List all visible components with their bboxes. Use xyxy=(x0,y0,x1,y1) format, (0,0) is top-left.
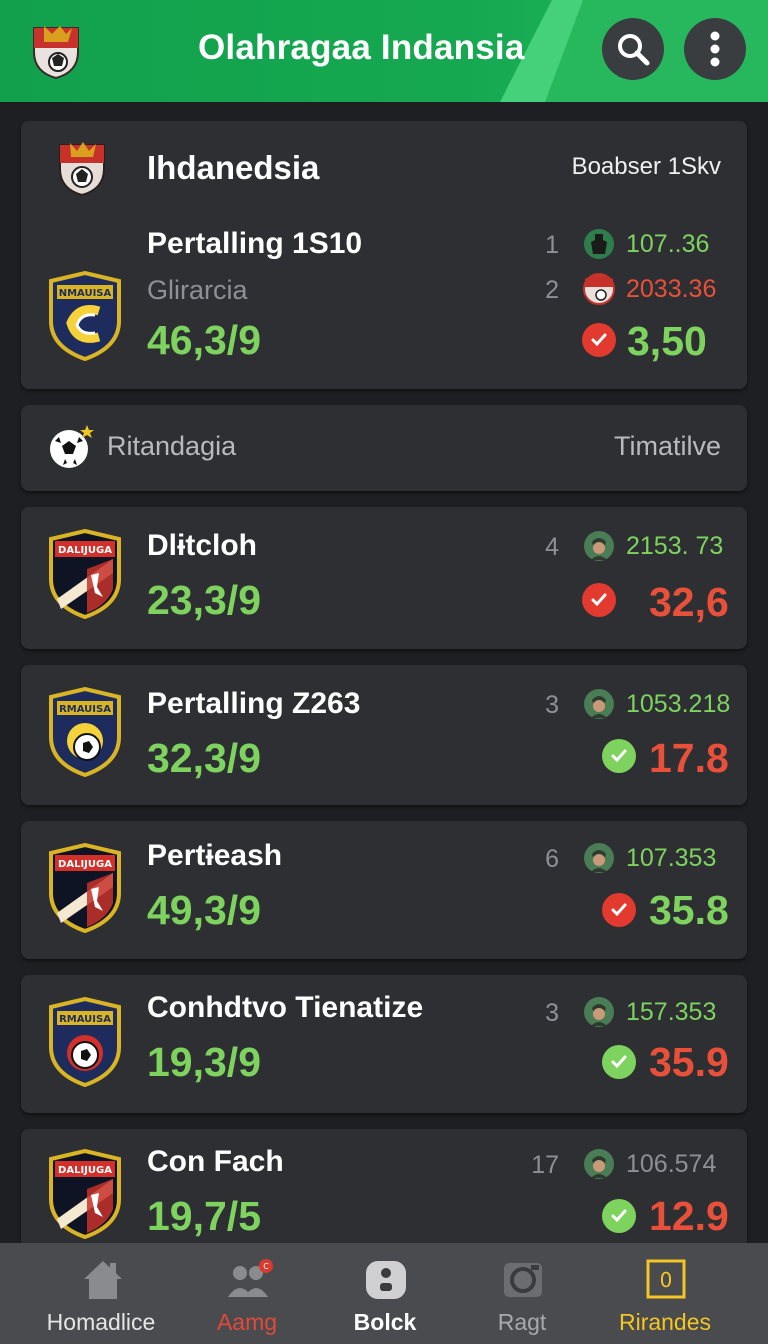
featured-odd-1: 107..36 xyxy=(626,230,710,258)
block-icon xyxy=(366,1261,406,1299)
nav-rirandes[interactable]: 0 Rirandes xyxy=(588,1243,742,1344)
search-button[interactable] xyxy=(602,18,664,80)
bottom-nav: Homadlice C Aamg Bolck Ragt 0 Rirandes xyxy=(0,1243,768,1344)
nav-ragt-label: Ragt xyxy=(497,1309,547,1335)
counter-box-icon: 0 xyxy=(646,1259,686,1299)
section-title: Ritandagia xyxy=(107,431,237,461)
nav-bolck[interactable]: Bolck xyxy=(308,1243,462,1344)
team-score: 19,3/9 xyxy=(147,1039,261,1085)
team-name: Pertɨeash xyxy=(147,839,283,872)
player-avatar-icon xyxy=(584,689,614,719)
team-card[interactable]: DALIJUGA Con Fach 19,7/5 17 106.574 12.9 xyxy=(21,1129,747,1259)
team-odd: 17.8 xyxy=(649,735,729,781)
team-score: 23,3/9 xyxy=(147,577,261,623)
nav-bolck-label: Bolck xyxy=(353,1309,417,1335)
team-odd: 12.9 xyxy=(649,1193,729,1239)
svg-text:DALIJUGA: DALIJUGA xyxy=(58,859,112,870)
club-badge-icon xyxy=(583,273,615,305)
soccer-ball-icon xyxy=(50,425,94,468)
team-rank: 3 xyxy=(545,999,559,1027)
featured-team-name: Pertalling 1S10 xyxy=(147,227,363,260)
team-rank: 4 xyxy=(545,533,559,561)
team-name: Con Fach xyxy=(147,1145,284,1178)
section-header[interactable]: Ritandagia Timatilve xyxy=(21,405,747,491)
team-people-icon: C xyxy=(228,1259,273,1297)
home-icon xyxy=(84,1261,122,1299)
team-crest-icon: DALIJUGA xyxy=(49,529,121,619)
player-avatar-icon xyxy=(584,997,614,1027)
nav-ragt[interactable]: Ragt xyxy=(445,1243,599,1344)
team-small-odd: 1053.218 xyxy=(626,690,731,718)
app-title: Olahragaa Indansia xyxy=(198,28,525,67)
svg-text:DALIJUGA: DALIJUGA xyxy=(58,1165,112,1176)
team-odd: 32,6 xyxy=(649,579,729,625)
status-loss-icon xyxy=(582,323,616,357)
player-avatar-icon xyxy=(584,531,614,561)
team-small-odd: 106.574 xyxy=(626,1150,717,1178)
player-avatar-icon xyxy=(584,229,614,259)
search-icon xyxy=(618,34,650,66)
team-card[interactable]: DALIJUGA Dlɨtcloh 23,3/9 4 2153. 73 32,6 xyxy=(21,507,747,649)
team-score: 49,3/9 xyxy=(147,887,261,933)
status-loss-icon xyxy=(602,893,636,927)
team-small-odd: 107.353 xyxy=(626,844,717,872)
camera-icon xyxy=(504,1263,542,1297)
team-odd: 35.8 xyxy=(649,887,729,933)
league-label: Boabser 1Skv xyxy=(571,153,721,180)
team-card[interactable]: RMAUISA Conhdtvo Tienatize 19,3/9 3 157.… xyxy=(21,975,747,1113)
svg-text:RMAUISA: RMAUISA xyxy=(59,1014,111,1025)
featured-odd-2: 2033.36 xyxy=(626,275,717,303)
team-crest-icon: DALIJUGA xyxy=(49,1149,121,1239)
league-card[interactable]: Ihdanedsia Boabser 1Skv NMAUISA Pertalli… xyxy=(21,121,747,389)
team-small-odd: 2153. 73 xyxy=(626,532,724,560)
player-avatar-icon xyxy=(584,843,614,873)
player-avatar-icon xyxy=(584,1149,614,1179)
team-crest-icon: RMAUISA xyxy=(49,687,121,777)
team-score: 19,7/5 xyxy=(147,1193,261,1239)
rank-2: 2 xyxy=(545,276,559,304)
team-rank: 3 xyxy=(545,691,559,719)
team-rank: 6 xyxy=(545,845,559,873)
team-odd: 35.9 xyxy=(649,1039,729,1085)
featured-main-odd: 3,50 xyxy=(627,318,707,364)
team-name: Conhdtvo Tienatize xyxy=(147,991,424,1024)
nav-home-label: Homadlice xyxy=(46,1309,156,1335)
section-label: Timatilve xyxy=(613,431,721,461)
more-options-button[interactable] xyxy=(684,18,746,80)
team-crest-icon: DALIJUGA xyxy=(49,843,121,933)
rank-1: 1 xyxy=(545,231,559,259)
status-loss-icon xyxy=(582,583,616,617)
team-score: 32,3/9 xyxy=(147,735,261,781)
svg-text:RMAUISA: RMAUISA xyxy=(59,704,111,715)
svg-text:NMAUISA: NMAUISA xyxy=(59,288,112,299)
featured-team-subtitle: Glirarcia xyxy=(147,275,248,305)
status-win-icon xyxy=(602,739,636,773)
svg-text:DALIJUGA: DALIJUGA xyxy=(58,545,112,556)
svg-text:0: 0 xyxy=(660,1268,673,1292)
team-card[interactable]: RMAUISA Pertalling Z263 32,3/9 3 1053.21… xyxy=(21,665,747,805)
team-name: Pertalling Z263 xyxy=(147,687,361,720)
more-vertical-icon xyxy=(710,31,720,67)
svg-text:C: C xyxy=(263,1262,269,1271)
nav-aamg[interactable]: C Aamg xyxy=(170,1243,324,1344)
status-win-icon xyxy=(602,1045,636,1079)
league-flag-icon xyxy=(59,142,105,197)
team-small-odd: 157.353 xyxy=(626,998,717,1026)
team-crest-icon: RMAUISA xyxy=(49,997,121,1087)
nav-aamg-label: Aamg xyxy=(216,1309,278,1335)
team-crest-icon: NMAUISA xyxy=(49,271,121,361)
nav-home[interactable]: Homadlice xyxy=(24,1243,178,1344)
status-win-icon xyxy=(602,1199,636,1233)
nav-rirandes-label: Rirandes xyxy=(618,1309,712,1335)
league-name: Ihdanedsia xyxy=(147,149,320,186)
app-logo[interactable] xyxy=(30,22,82,80)
app-header: Olahragaa Indansia xyxy=(0,0,768,102)
team-name: Dlɨtcloh xyxy=(147,529,257,562)
team-card[interactable]: DALIJUGA Pertɨeash 49,3/9 6 107.353 35.8 xyxy=(21,821,747,959)
featured-team-score: 46,3/9 xyxy=(147,317,261,363)
team-rank: 17 xyxy=(531,1151,559,1179)
